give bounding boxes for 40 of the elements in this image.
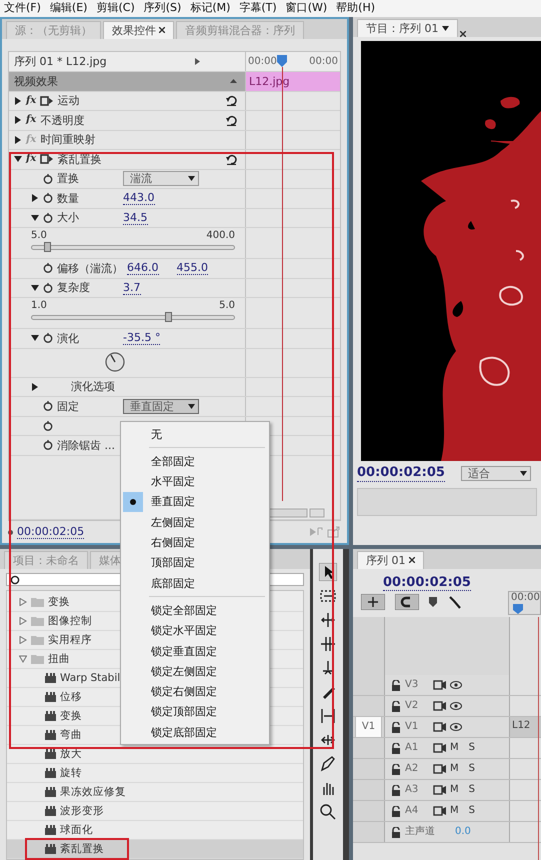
parameter-name: 复杂度 (57, 281, 91, 294)
ruler-label: 00:00 (309, 56, 338, 68)
ruler-label: 00:00 (511, 592, 540, 603)
effect-name: 紊乱置换 (57, 152, 102, 166)
effect-name: 位移 (60, 690, 82, 704)
slider-min-label: 5.0 (31, 230, 47, 242)
effect-name: 弯曲 (60, 728, 82, 742)
track-name: A1 (405, 742, 420, 754)
parameter-name: 固定 (57, 400, 80, 413)
effect-name: 果冻效应修复 (60, 786, 126, 798)
track-name: V1 (405, 721, 420, 733)
effect-name: 放大 (60, 748, 82, 760)
parameter-name: 偏移（湍流） (57, 262, 123, 275)
parameter-name: 大小 (57, 211, 80, 224)
slider-min-label: 1.0 (31, 300, 47, 312)
clip-header-text: 序列 01 * L12.jpg (14, 54, 107, 68)
effect-name: 时间重映射 (40, 133, 96, 146)
slider-max-label: 5.0 (219, 300, 235, 312)
parameter-name: 消除锯齿 ... (57, 438, 115, 452)
track-name: A2 (405, 763, 420, 775)
effect-name: 不透明度 (40, 114, 86, 127)
ruler-label: 00:00 (248, 56, 277, 68)
effect-name: 运动 (57, 94, 80, 108)
track-name: A4 (405, 805, 420, 817)
section-header: 视频效果 (14, 74, 58, 88)
parameter-name: 置换 (57, 172, 80, 186)
slider-max-label: 400.0 (206, 230, 235, 242)
effect-name: 紊乱置换 (60, 842, 104, 856)
effect-name: 旋转 (60, 766, 82, 780)
effect-name: 球面化 (60, 824, 93, 836)
track-name: V3 (405, 679, 420, 691)
effect-name: 变换 (60, 710, 82, 722)
parameter-name: 数量 (57, 192, 80, 205)
parameter-group-name: 演化选项 (71, 380, 115, 394)
effect-name: 波形变形 (60, 804, 104, 818)
track-name: 主声道 (405, 826, 435, 838)
effect-name: Warp Stabil (60, 672, 120, 684)
track-name: V2 (405, 700, 420, 712)
track-name: A3 (405, 784, 420, 796)
parameter-name: 演化 (57, 332, 80, 345)
